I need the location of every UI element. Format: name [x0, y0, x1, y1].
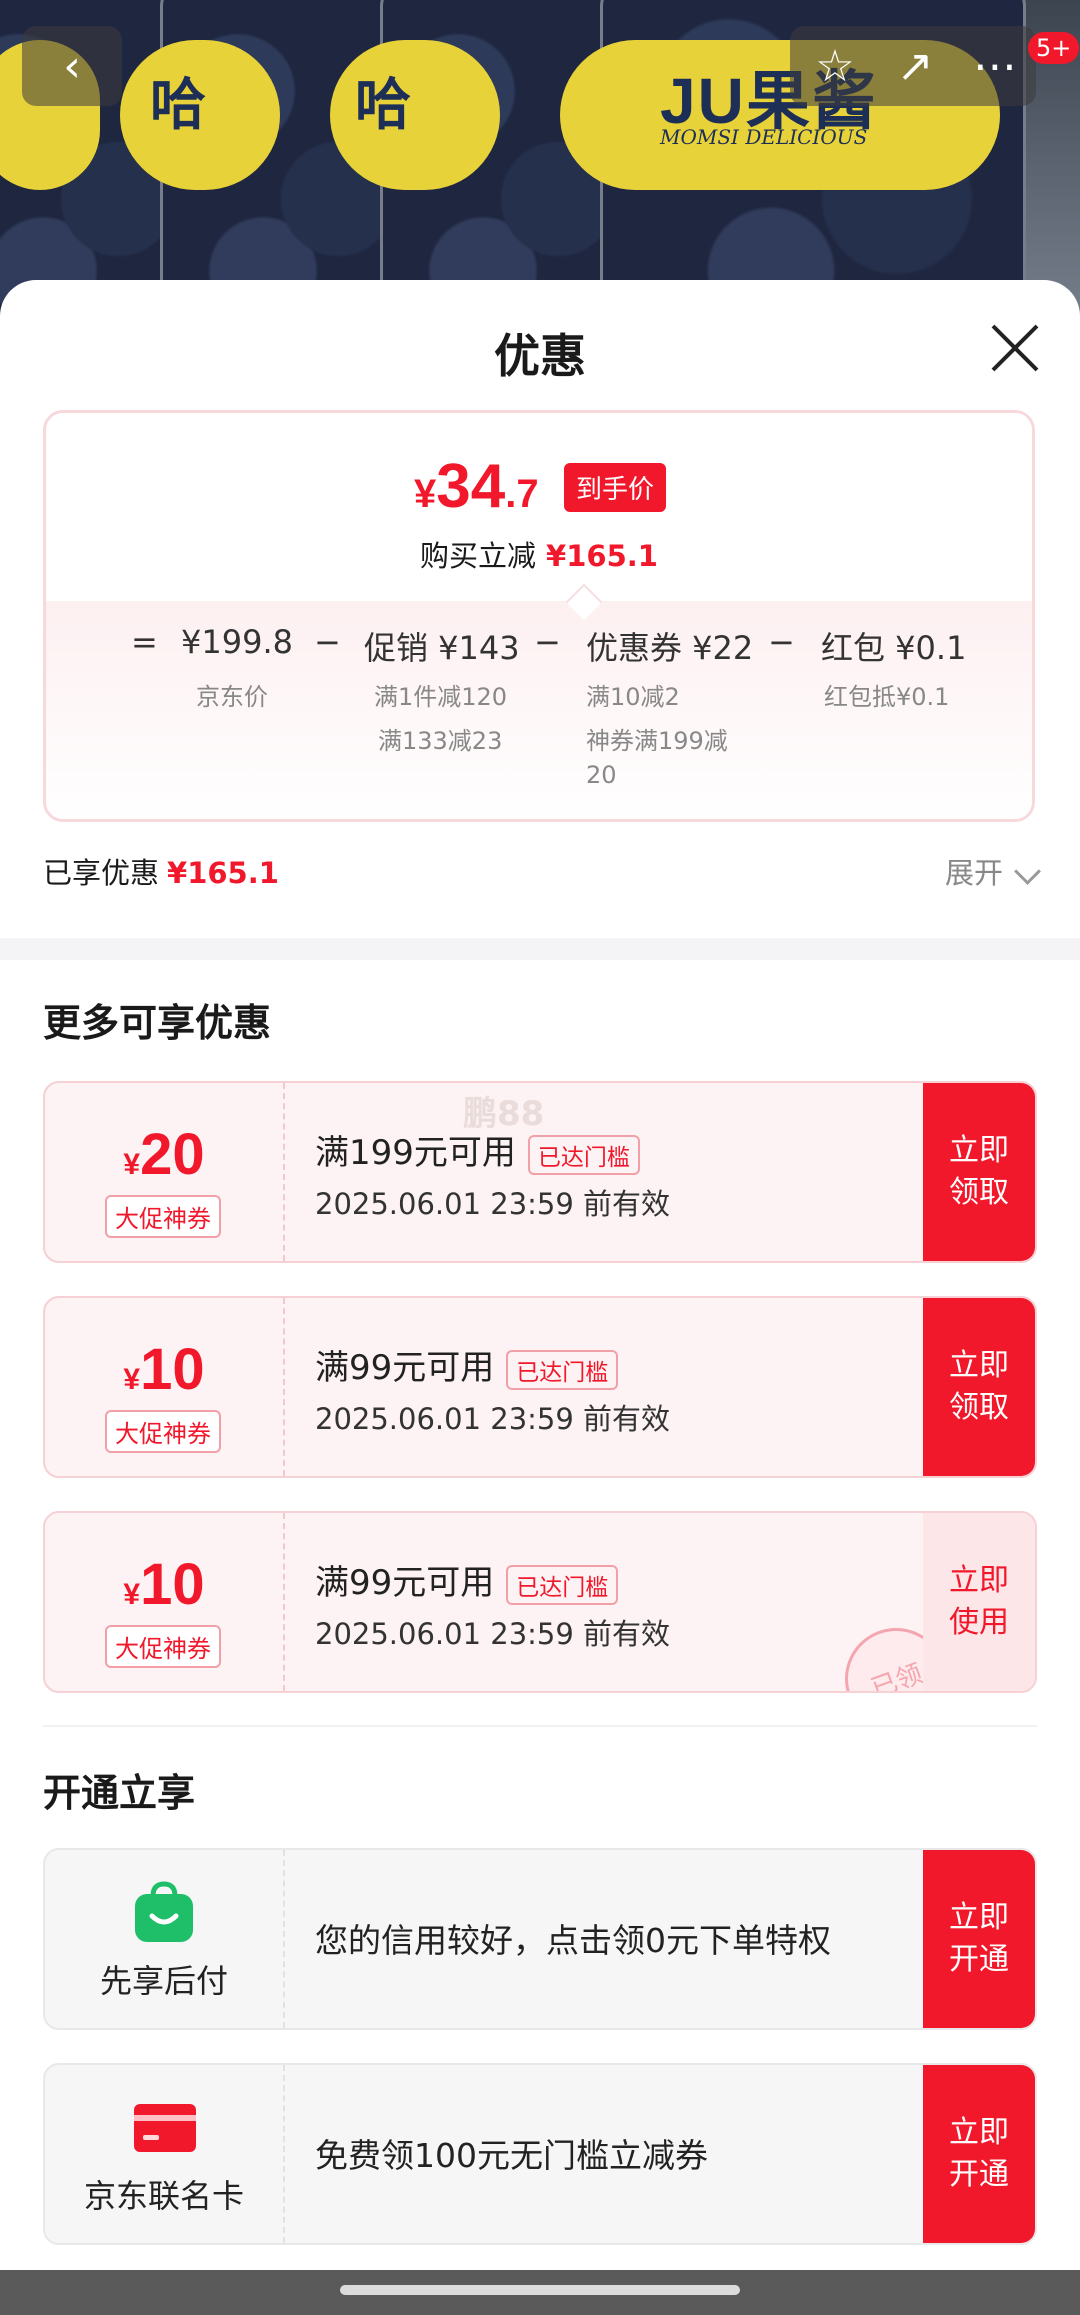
notification-badge: 5+	[1028, 32, 1080, 64]
label-text: 哈	[355, 73, 411, 136]
home-indicator[interactable]	[340, 2285, 740, 2295]
coupon-type-tag: 大促神券	[105, 1195, 221, 1238]
service-card: 先享后付 您的信用较好，点击领0元下单特权 立即开通	[43, 1848, 1037, 2030]
equals-sign: =	[131, 623, 158, 661]
service-label: 先享后付	[99, 1962, 228, 2000]
promo-amount: 促销 ¥143	[364, 629, 520, 667]
service-card: 京东联名卡 免费领100元无门槛立减券 立即开通	[43, 2063, 1037, 2245]
activate-button[interactable]: 立即开通	[923, 1850, 1035, 2028]
coupon-expiry: 2025.06.01 23:59 前有效	[315, 1402, 671, 1436]
coupon-type-tag: 大促神券	[105, 1410, 221, 1453]
coupon-expiry: 2025.06.01 23:59 前有效	[315, 1187, 671, 1221]
brand-sub-text: MOMSI DELICIOUS	[660, 125, 868, 149]
promo-detail: 满133减23	[378, 727, 503, 755]
claim-coupon-button[interactable]: 立即领取	[923, 1083, 1035, 1261]
use-coupon-button[interactable]: 立即使用	[923, 1513, 1035, 1691]
threshold-reached-tag: 已达门槛	[506, 1564, 619, 1605]
more-icon[interactable]: ⋯	[955, 26, 1035, 106]
jd-price-label: 京东价	[196, 683, 268, 711]
minus-sign: −	[314, 623, 341, 661]
section-gap	[0, 938, 1080, 960]
service-label: 京东联名卡	[83, 2177, 244, 2215]
coupon-card: ¥10 大促神券 满99元可用 已达门槛 2025.06.01 23:59 前有效…	[43, 1511, 1037, 1693]
claim-coupon-button[interactable]: 立即领取	[923, 1298, 1035, 1476]
minus-sign: −	[768, 623, 795, 661]
divider	[43, 1725, 1037, 1727]
promo-detail: 满1件减120	[374, 683, 508, 711]
coupon-detail: 满10减2	[586, 683, 680, 711]
coupon-card: ¥20 大促神券 鹏88 满199元可用 已达门槛 2025.06.01 23:5…	[43, 1081, 1037, 1263]
enjoyed-discount: 已享优惠 ¥165.1	[43, 856, 279, 890]
activate-button[interactable]: 立即开通	[923, 2065, 1035, 2243]
final-price: ¥34.7	[414, 452, 539, 521]
share-icon[interactable]: ↗	[875, 26, 955, 106]
discount-sheet: 优惠 ¥34.7 到手价 购买立减 ¥165.1 = ¥199.8 京东价 − 促…	[0, 280, 1080, 2270]
service-description: 免费领100元无门槛立减券	[315, 2136, 708, 2175]
coupon-amount: 优惠券 ¥22	[586, 629, 754, 667]
back-icon: ‹	[63, 40, 81, 92]
coupon-type-tag: 大促神券	[105, 1625, 221, 1668]
redpack-detail: 红包抵¥0.1	[824, 683, 950, 711]
final-price-tag: 到手价	[564, 463, 667, 512]
coupon-card: ¥10 大促神券 满99元可用 已达门槛 2025.06.01 23:59 前有效…	[43, 1296, 1037, 1478]
redpack-amount: 红包 ¥0.1	[821, 629, 967, 667]
purchase-discount: 购买立减 ¥165.1	[420, 539, 658, 573]
service-description: 您的信用较好，点击领0元下单特权	[315, 1921, 831, 1960]
shopping-bag-icon	[135, 1881, 193, 1942]
coupon-condition: 满199元可用 已达门槛	[315, 1125, 640, 1175]
coupon-amount: ¥20	[123, 1122, 205, 1187]
coupon-amount: ¥10	[123, 1552, 205, 1617]
threshold-reached-tag: 已达门槛	[527, 1134, 640, 1175]
threshold-reached-tag: 已达门槛	[506, 1349, 619, 1390]
close-icon[interactable]	[985, 318, 1045, 378]
star-icon[interactable]: ☆	[795, 26, 875, 106]
open-benefits-title: 开通立享	[43, 1771, 196, 1815]
expand-button[interactable]: 展开	[945, 850, 1003, 892]
sheet-title: 优惠	[494, 329, 586, 383]
minus-sign: −	[534, 623, 561, 661]
label-text: 哈	[150, 73, 206, 136]
coupon-amount: ¥10	[123, 1337, 205, 1402]
final-price-card: ¥34.7 到手价 购买立减 ¥165.1 = ¥199.8 京东价 − 促销 ¥…	[43, 410, 1035, 822]
jd-price: ¥199.8	[181, 623, 293, 661]
coupon-detail: 20	[586, 761, 617, 789]
more-offers-title: 更多可享优惠	[43, 1001, 272, 1045]
coupon-condition: 满99元可用 已达门槛	[315, 1555, 619, 1605]
coupon-expiry: 2025.06.01 23:59 前有效	[315, 1617, 671, 1651]
chevron-down-icon	[1014, 858, 1041, 885]
coupon-condition: 满99元可用 已达门槛	[315, 1340, 619, 1390]
credit-card-icon	[134, 2104, 196, 2152]
